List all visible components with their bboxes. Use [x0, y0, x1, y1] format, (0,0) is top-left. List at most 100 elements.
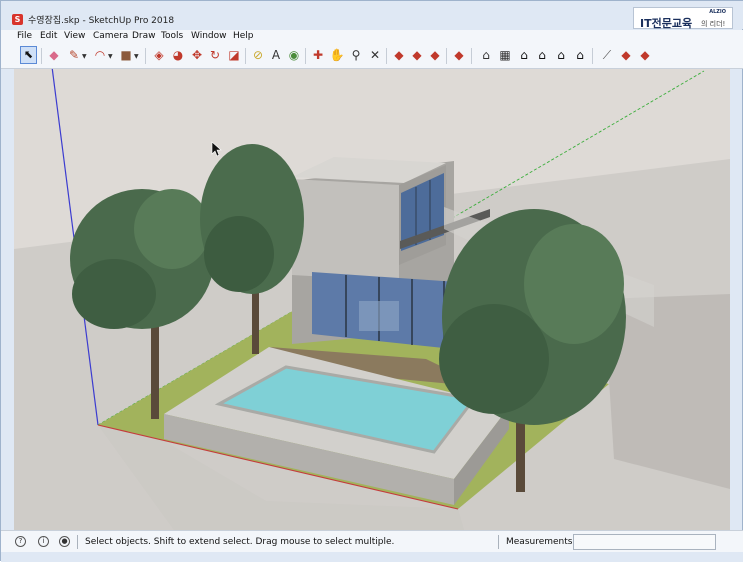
- toolbar-separator: [471, 48, 472, 64]
- magnifier-icon: ⚲: [351, 48, 361, 62]
- toolbar-separator: [145, 48, 146, 64]
- move-tool[interactable]: ✥: [189, 47, 205, 63]
- status-separator: [77, 535, 78, 549]
- status-hint-text: Select objects. Shift to extend select. …: [85, 537, 395, 547]
- brand-small-text: ALZIO: [709, 9, 726, 15]
- pan-tool[interactable]: ✋: [329, 47, 345, 63]
- zoom-extents-tool[interactable]: ✕: [367, 47, 383, 63]
- back-view-button[interactable]: ⌂: [553, 47, 569, 63]
- title-bar: S 수영장집.skp - SketchUp Pro 2018 ALZIO IT전…: [1, 1, 743, 30]
- share-model-icon: ◆: [412, 48, 422, 62]
- push-pull-icon: ◈: [154, 48, 164, 62]
- window-title: 수영장집.skp - SketchUp Pro 2018: [28, 16, 175, 26]
- status-bar: ? i ● Select objects. Shift to extend se…: [1, 530, 743, 553]
- hand-icon: ✋: [329, 48, 345, 62]
- styles-icon: ◆: [640, 48, 650, 62]
- move-icon: ✥: [191, 48, 203, 62]
- scale-icon: ◪: [228, 48, 240, 62]
- menu-tools[interactable]: Tools: [161, 31, 183, 41]
- layout-icon: ◆: [454, 48, 464, 62]
- sketchup-app-icon: S: [12, 14, 23, 25]
- text-icon: A: [271, 48, 281, 62]
- rectangle-tool[interactable]: ■: [118, 47, 134, 63]
- geo-location-icon[interactable]: ?: [15, 536, 26, 547]
- menu-help[interactable]: Help: [233, 31, 254, 41]
- menu-view[interactable]: View: [64, 31, 85, 41]
- tree-trunk: [151, 324, 159, 419]
- front-view-button[interactable]: ⌂: [516, 47, 532, 63]
- zoom-tool[interactable]: ⚲: [348, 47, 364, 63]
- toolbar-separator: [245, 48, 246, 64]
- toolbar-separator: [305, 48, 306, 64]
- paint-bucket-tool[interactable]: ◉: [286, 47, 302, 63]
- iso-view-button[interactable]: ⌂: [478, 47, 494, 63]
- push-pull-tool[interactable]: ◈: [151, 47, 167, 63]
- measurements-label: Measurements: [506, 537, 573, 547]
- tree-foliage: [204, 216, 274, 292]
- back-house-icon: ⌂: [557, 48, 565, 62]
- tree-foliage: [439, 304, 549, 414]
- toolbar-separator: [41, 48, 42, 64]
- scale-tool[interactable]: ◪: [226, 47, 242, 63]
- pencil-icon: ✎: [68, 48, 80, 62]
- model-viewport[interactable]: [14, 69, 730, 530]
- left-view-button[interactable]: ⌂: [572, 47, 588, 63]
- line-tool-dropdown-icon[interactable]: ▼: [82, 53, 87, 60]
- tape-measure-tool[interactable]: ⊘: [250, 47, 266, 63]
- eraser-tool[interactable]: ◆: [46, 47, 62, 63]
- status-separator: [498, 535, 499, 549]
- sketchup-window: S 수영장집.skp - SketchUp Pro 2018 ALZIO IT전…: [0, 0, 743, 562]
- right-house-icon: ⌂: [538, 48, 546, 62]
- eraser-icon: ◆: [49, 48, 59, 62]
- section-plane-icon: ⟋: [602, 48, 612, 62]
- menu-draw[interactable]: Draw: [132, 31, 156, 41]
- model-scene: [14, 69, 730, 530]
- arc-tool-dropdown-icon[interactable]: ▼: [108, 53, 113, 60]
- left-house-icon: ⌂: [576, 48, 584, 62]
- menu-camera[interactable]: Camera: [93, 31, 128, 41]
- toolbar-separator: [592, 48, 593, 64]
- line-tool[interactable]: ✎: [66, 47, 82, 63]
- warehouse-button[interactable]: ◆: [391, 47, 407, 63]
- toolbar-separator: [386, 48, 387, 64]
- house-upper-front: [292, 179, 399, 281]
- follow-me-tool[interactable]: ◕: [170, 47, 186, 63]
- user-account-icon[interactable]: ●: [59, 536, 70, 547]
- section-plane-button[interactable]: ⟋: [599, 47, 615, 63]
- menu-bar: File Edit View Camera Draw Tools Window …: [1, 30, 743, 44]
- tree-foliage: [72, 259, 156, 329]
- follow-me-icon: ◕: [172, 48, 184, 62]
- components-icon: ◆: [621, 48, 631, 62]
- interior-furniture: [359, 301, 399, 331]
- menu-file[interactable]: File: [17, 31, 32, 41]
- arrow-cursor-icon: ⬉: [23, 48, 34, 61]
- layout-button[interactable]: ◆: [451, 47, 467, 63]
- top-view-button[interactable]: ▦: [497, 47, 513, 63]
- warehouse-icon: ◆: [394, 48, 404, 62]
- measurements-input[interactable]: [573, 534, 716, 550]
- rotate-tool[interactable]: ↻: [207, 47, 223, 63]
- tree-trunk: [252, 284, 259, 354]
- brand-logo: ALZIO IT전문교육 의 리더!: [633, 7, 733, 30]
- rectangle-tool-dropdown-icon[interactable]: ▼: [134, 53, 139, 60]
- right-view-button[interactable]: ⌂: [534, 47, 550, 63]
- orbit-icon: ✚: [312, 48, 324, 62]
- text-tool[interactable]: A: [268, 47, 284, 63]
- brand-main-text: IT전문교육: [640, 17, 693, 30]
- rotate-icon: ↻: [209, 48, 221, 62]
- extension-warehouse-icon: ◆: [430, 48, 440, 62]
- orbit-tool[interactable]: ✚: [310, 47, 326, 63]
- share-model-button[interactable]: ◆: [409, 47, 425, 63]
- rectangle-icon: ■: [120, 48, 132, 62]
- menu-window[interactable]: Window: [191, 31, 227, 41]
- top-house-icon: ▦: [499, 48, 511, 62]
- credits-icon[interactable]: i: [38, 536, 49, 547]
- extension-warehouse-button[interactable]: ◆: [427, 47, 443, 63]
- menu-edit[interactable]: Edit: [40, 31, 57, 41]
- styles-button[interactable]: ◆: [637, 47, 653, 63]
- components-button[interactable]: ◆: [618, 47, 634, 63]
- select-tool[interactable]: ⬉: [20, 46, 37, 64]
- tape-measure-icon: ⊘: [252, 48, 264, 62]
- arc-tool[interactable]: ◠: [92, 47, 108, 63]
- brand-sub-text: 의 리더!: [701, 20, 726, 28]
